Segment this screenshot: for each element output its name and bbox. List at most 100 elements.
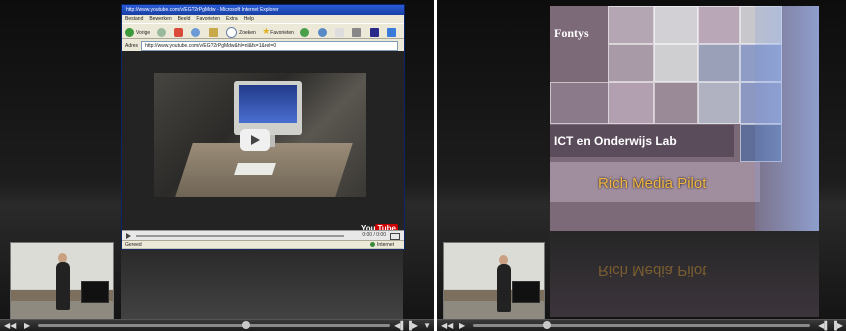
slide-tile [608, 6, 654, 44]
menu-item-extra[interactable]: Extra [226, 16, 238, 22]
slide-tile [654, 44, 698, 82]
favorites-button[interactable]: ★Favorieten [262, 24, 294, 40]
browser-window: http://www.youtube.com/v/EG?2rPgMdw - Mi… [121, 4, 405, 250]
youtube-player: You Tube 0:00 / 0:00 [122, 51, 404, 241]
next-slide-button[interactable]: ▐▶ [406, 321, 418, 330]
media-icon [300, 28, 310, 38]
internet-zone-icon [370, 242, 376, 248]
speaker-body [56, 262, 70, 310]
youtube-play-icon[interactable] [126, 233, 131, 239]
discuss-button[interactable] [387, 26, 398, 40]
next-icon: ▐▶ [831, 321, 843, 330]
history-icon [317, 28, 327, 38]
right-video-player: ICT en Onderwijs Lab Fontys Rich Media P… [437, 0, 846, 331]
browser-content: You Tube 0:00 / 0:00 [122, 51, 404, 241]
home-button[interactable] [208, 26, 220, 40]
fullscreen-icon[interactable] [390, 233, 400, 240]
play-button[interactable]: ▶ [459, 321, 465, 330]
slide-subtitle-reflection: Rich Media Pilot [598, 262, 707, 279]
slide-swirl-graphic [755, 6, 819, 231]
stop-button[interactable] [173, 26, 185, 40]
menu-item-favorieten[interactable]: Favorieten [196, 16, 220, 22]
play-icon [251, 135, 260, 145]
address-bar: Adres http://www.youtube.com/v/EG?2rPgMd… [125, 40, 401, 51]
youtube-time: 0:00 / 0:00 [362, 232, 386, 238]
menu-item-bewerken[interactable]: Bewerken [149, 16, 171, 22]
video-play-button[interactable] [240, 129, 270, 151]
discuss-icon [387, 28, 397, 38]
slide-tile [698, 6, 740, 44]
play-button[interactable]: ▶ [24, 321, 30, 330]
left-video-player: http://www.youtube.com/v/EG?2rPgMdw - Mi… [0, 0, 434, 331]
imac-image [234, 81, 302, 147]
speaker-webcam [10, 242, 114, 320]
slide-tile [654, 82, 698, 124]
video-frame[interactable] [154, 73, 366, 197]
slide-tile [698, 44, 740, 82]
slide-heading: ICT en Onderwijs Lab [550, 125, 734, 157]
previous-slide-button[interactable]: ◀▌ [818, 321, 830, 330]
browser-toolbar: Vorige Zoeken ★Favorieten [122, 23, 404, 39]
forward-arrow-icon [156, 28, 166, 38]
play-icon: ▶ [459, 321, 466, 330]
print-icon [352, 28, 362, 38]
refresh-icon [191, 28, 201, 38]
home-icon [208, 28, 218, 38]
youtube-progress[interactable] [136, 235, 344, 237]
rewind-button[interactable]: ◀◀ [4, 321, 16, 330]
chevron-down-icon: ▼ [423, 321, 431, 330]
cam-floor [444, 300, 544, 319]
slide-tile [698, 82, 740, 124]
cam-monitor [512, 281, 540, 303]
cam-monitor [81, 281, 109, 303]
browser-reflection [121, 248, 403, 320]
rewind-button[interactable]: ◀◀ [441, 321, 453, 330]
media-button[interactable] [300, 26, 311, 40]
keyboard-image [234, 163, 276, 175]
mail-icon [335, 28, 345, 38]
seek-knob[interactable] [241, 321, 250, 329]
previous-slide-button[interactable]: ◀▌ [394, 321, 406, 330]
previous-icon: ◀▌ [818, 321, 830, 330]
forward-button[interactable] [156, 26, 168, 40]
browser-title: http://www.youtube.com/v/EG?2rPgMdw - Mi… [122, 5, 404, 15]
player-controls: ◀◀ ▶ ◀▌ ▐▶ ▼ [0, 319, 434, 331]
next-icon: ▐▶ [406, 321, 418, 330]
next-slide-button[interactable]: ▐▶ [831, 321, 843, 330]
player-controls: ◀◀ ▶ ◀▌ ▐▶ [437, 319, 846, 331]
search-icon [226, 27, 238, 39]
menu-item-bestand[interactable]: Bestand [125, 16, 143, 22]
back-arrow-icon [125, 28, 134, 38]
refresh-button[interactable] [191, 26, 202, 40]
edit-icon [369, 28, 379, 38]
search-button[interactable]: Zoeken [226, 26, 256, 40]
back-button[interactable]: Vorige [125, 26, 150, 40]
imac-screen [239, 85, 297, 123]
play-icon: ▶ [24, 321, 31, 330]
history-button[interactable] [317, 26, 329, 40]
address-label: Adres [125, 42, 139, 49]
slide-tile [550, 82, 610, 124]
rewind-icon: ◀◀ [4, 321, 17, 330]
mail-button[interactable] [335, 26, 346, 40]
seek-bar[interactable] [473, 324, 810, 327]
browser-menu: Bestand Bewerken Beeld Favorieten Extra Help [122, 15, 404, 23]
previous-icon: ◀▌ [394, 321, 406, 330]
address-input[interactable]: http://www.youtube.com/v/EG?2rPgMdw&hl=n… [141, 40, 398, 51]
slide-tile [608, 44, 654, 82]
speaker-body [497, 264, 511, 312]
seek-bar[interactable] [38, 324, 390, 327]
edit-button[interactable] [369, 26, 381, 40]
slide-subtitle: Rich Media Pilot [598, 175, 707, 192]
slide-tile [608, 82, 654, 124]
print-button[interactable] [352, 26, 363, 40]
menu-dropdown-button[interactable]: ▼ [423, 321, 431, 330]
slide-tile [654, 6, 698, 44]
menu-item-beeld[interactable]: Beeld [178, 16, 191, 22]
menu-item-help[interactable]: Help [244, 16, 254, 22]
seek-knob[interactable] [543, 321, 552, 329]
speaker-webcam [443, 242, 545, 320]
presentation-slide: ICT en Onderwijs Lab Fontys Rich Media P… [550, 6, 819, 231]
stop-icon [173, 28, 183, 38]
rewind-icon: ◀◀ [441, 321, 454, 330]
